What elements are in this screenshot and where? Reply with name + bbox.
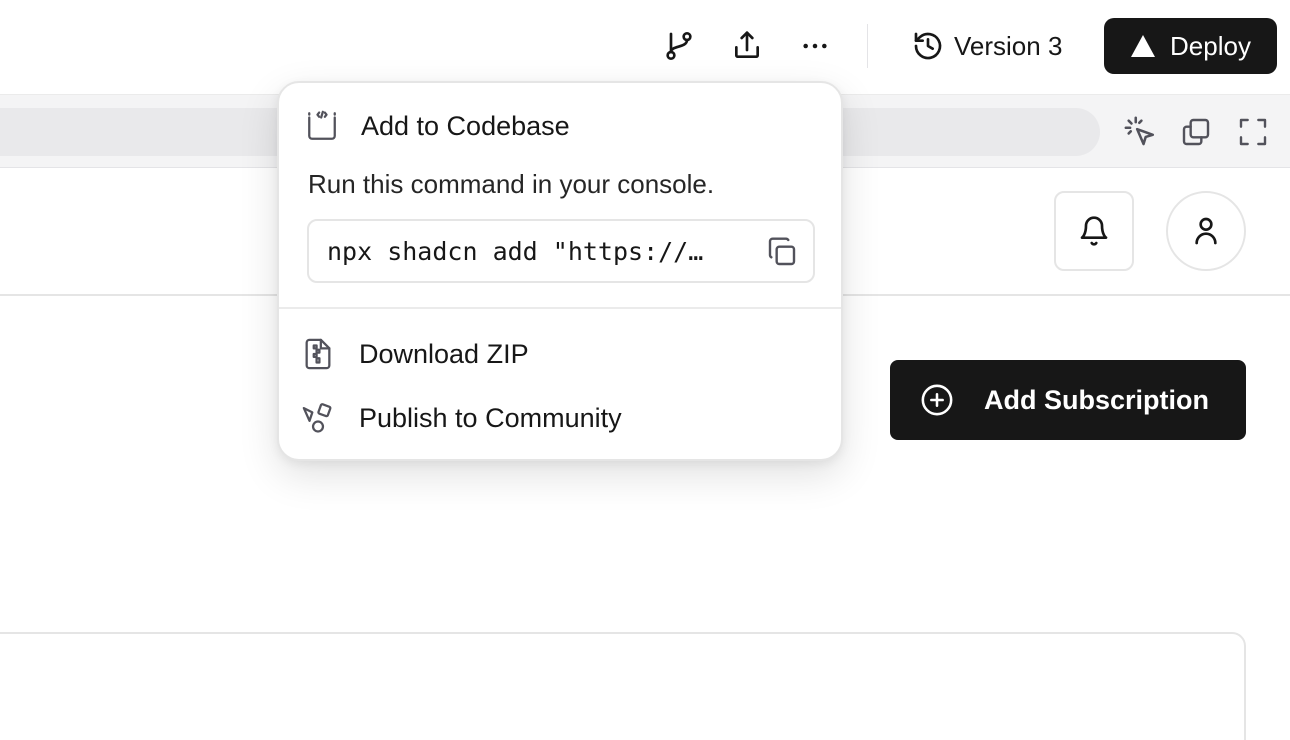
shapes-icon	[302, 403, 332, 433]
top-toolbar: Version 3 Deploy	[0, 0, 1290, 94]
git-branch-icon[interactable]	[659, 26, 699, 66]
command-text: npx shadcn add "https://…	[327, 236, 704, 266]
version-label: Version 3	[954, 30, 1063, 61]
publish-community-item[interactable]: Publish to Community	[301, 392, 821, 444]
share-dropdown: Add to Codebase Run this command in your…	[277, 81, 843, 461]
add-to-codebase-title: Add to Codebase	[361, 110, 570, 141]
more-icon[interactable]	[795, 26, 835, 66]
bell-icon	[1080, 216, 1108, 246]
cursor-select-icon[interactable]	[1120, 112, 1160, 152]
toolbar-divider	[867, 24, 868, 68]
history-icon	[914, 32, 942, 60]
file-zip-icon	[305, 338, 331, 370]
plus-circle-icon	[921, 384, 953, 416]
share-icon[interactable]	[727, 26, 767, 66]
content-card	[0, 632, 1246, 740]
user-avatar-button[interactable]	[1166, 191, 1246, 271]
add-to-codebase-header[interactable]: Add to Codebase	[305, 109, 570, 143]
version-button[interactable]: Version 3	[904, 22, 1070, 70]
download-zip-label: Download ZIP	[359, 338, 529, 369]
add-subscription-button[interactable]: Add Subscription	[890, 360, 1246, 440]
copy-icon	[768, 237, 796, 266]
deploy-label: Deploy	[1170, 30, 1251, 61]
copy-command-button[interactable]	[763, 233, 801, 271]
command-description: Run this command in your console.	[308, 169, 715, 199]
fullscreen-icon[interactable]	[1233, 112, 1273, 152]
download-zip-item[interactable]: Download ZIP	[301, 328, 821, 380]
add-subscription-label: Add Subscription	[984, 384, 1209, 415]
copy-window-icon[interactable]	[1176, 112, 1216, 152]
dropdown-separator	[279, 307, 841, 309]
triangle-icon	[1131, 35, 1156, 57]
command-field[interactable]: npx shadcn add "https://…	[307, 219, 815, 283]
notifications-button[interactable]	[1054, 191, 1134, 271]
code-bracket-icon	[308, 110, 336, 140]
deploy-button[interactable]: Deploy	[1104, 18, 1277, 74]
user-icon	[1195, 217, 1217, 245]
publish-community-label: Publish to Community	[359, 402, 622, 433]
